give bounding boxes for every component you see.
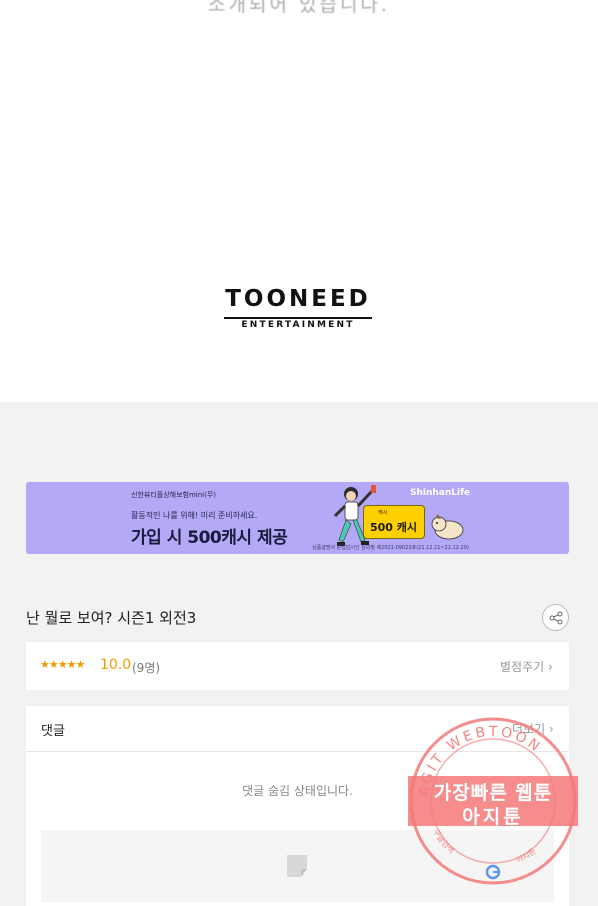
page: 소개되어 있습니다. TOONEED ENTERTAINMENT 신한뷰티플상해… xyxy=(0,0,598,906)
logo-divider xyxy=(224,317,372,319)
tooneed-logo: TOONEED ENTERTAINMENT xyxy=(214,286,382,336)
comment-card: 댓글 더보기 › 댓글 숨김 상태입니다. xyxy=(26,706,569,906)
rate-button[interactable]: 별점주기 › xyxy=(500,658,553,675)
logo-main-text: TOONEED xyxy=(225,286,371,312)
webtoon-panel: 소개되어 있습니다. TOONEED ENTERTAINMENT xyxy=(0,0,598,402)
rating-stars: ★★★★★ xyxy=(40,658,85,671)
comments-hidden-notice: 댓글 숨김 상태입니다. xyxy=(242,784,353,798)
share-icon xyxy=(549,611,563,625)
share-button[interactable] xyxy=(542,604,569,631)
logo-sub-text: ENTERTAINMENT xyxy=(241,320,355,330)
rating-score: 10.0 xyxy=(100,657,132,673)
ad-company: 신한뷰티플상해보험mini(무) xyxy=(131,491,217,499)
ad-headline: 가입 시 500캐시 제공 xyxy=(131,528,288,548)
comment-divider xyxy=(26,751,569,752)
ad-banner[interactable]: 신한뷰티플상해보험mini(무) 활동적인 나를 위해! 미리 준비하세요. 가… xyxy=(26,482,569,554)
ad-cash-small-text: 캐시 xyxy=(378,510,388,516)
episode-title: 난 뭘로 보여? 시즌1 외전3 xyxy=(26,609,197,627)
comment-header: 댓글 xyxy=(41,724,65,739)
comments-more-button[interactable]: 더보기 › xyxy=(512,720,554,737)
ad-cash-label: 500 캐시 xyxy=(370,521,418,534)
rating-card: ★★★★★ 10.0 (9명) 별점주기 › xyxy=(26,642,569,690)
rating-count: (9명) xyxy=(132,661,161,675)
panel-text: 소개되어 있습니다. xyxy=(208,0,390,16)
ad-cash-card: 캐시 500 캐시 xyxy=(363,505,425,539)
ad-dog-illustration xyxy=(431,514,464,540)
ad-tagline: 활동적인 나를 위해! 미리 준비하세요. xyxy=(131,511,258,520)
comment-placeholder-icon xyxy=(287,855,307,877)
ad-disclaimer: 상품설명서 준법감시인 심의필 제2021-09023호(21.12.21~22… xyxy=(312,545,469,551)
comment-input-box[interactable] xyxy=(41,830,554,902)
ad-brand-logo: ShinhanLife xyxy=(410,488,471,498)
